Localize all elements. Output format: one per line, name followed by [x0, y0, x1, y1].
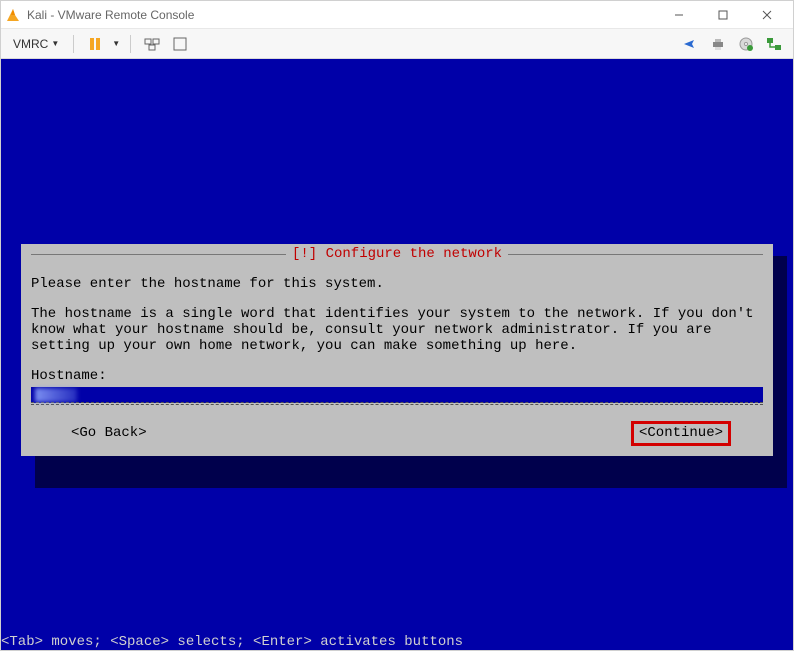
input-underline	[31, 404, 763, 405]
vmrc-menu[interactable]: VMRC ▼	[9, 35, 63, 53]
dialog-prompt: Please enter the hostname for this syste…	[31, 276, 763, 292]
toolbar: VMRC ▼ ▼	[1, 29, 793, 59]
app-icon	[5, 7, 21, 23]
vmrc-menu-label: VMRC	[13, 37, 48, 51]
printer-icon[interactable]	[707, 33, 729, 55]
hostname-label: Hostname:	[31, 368, 763, 384]
dialog-button-row: <Go Back> <Continue>	[31, 425, 763, 441]
pause-button[interactable]	[84, 33, 106, 55]
maximize-button[interactable]	[701, 2, 745, 28]
minimize-button[interactable]	[657, 2, 701, 28]
chevron-down-icon: ▼	[51, 39, 59, 48]
window-title: Kali - VMware Remote Console	[27, 8, 657, 22]
network-icon[interactable]	[763, 33, 785, 55]
hostname-input[interactable]	[31, 387, 763, 403]
console-view[interactable]: [!] Configure the network Please enter t…	[1, 59, 793, 650]
cd-icon[interactable]	[735, 33, 757, 55]
toolbar-separator	[73, 35, 74, 53]
dialog-title: [!] Configure the network	[292, 246, 502, 262]
send-ctrl-alt-del-icon[interactable]	[141, 33, 163, 55]
app-window: Kali - VMware Remote Console VMRC ▼ ▼	[0, 0, 794, 651]
connect-usb-icon[interactable]	[679, 33, 701, 55]
close-button[interactable]	[745, 2, 789, 28]
pause-dropdown-icon[interactable]: ▼	[112, 39, 120, 48]
fullscreen-icon[interactable]	[169, 33, 191, 55]
dialog-body: Please enter the hostname for this syste…	[31, 276, 763, 442]
footer-hint: <Tab> moves; <Space> selects; <Enter> ac…	[1, 634, 463, 650]
hostname-value-obscured	[35, 388, 77, 402]
go-back-button[interactable]: <Go Back>	[67, 425, 151, 441]
toolbar-separator	[130, 35, 131, 53]
configure-network-dialog: [!] Configure the network Please enter t…	[21, 244, 773, 456]
dialog-title-bar: [!] Configure the network	[31, 246, 763, 262]
titlebar: Kali - VMware Remote Console	[1, 1, 793, 29]
window-controls	[657, 2, 789, 28]
dialog-description: The hostname is a single word that ident…	[31, 306, 763, 354]
continue-button[interactable]: <Continue>	[635, 425, 727, 441]
